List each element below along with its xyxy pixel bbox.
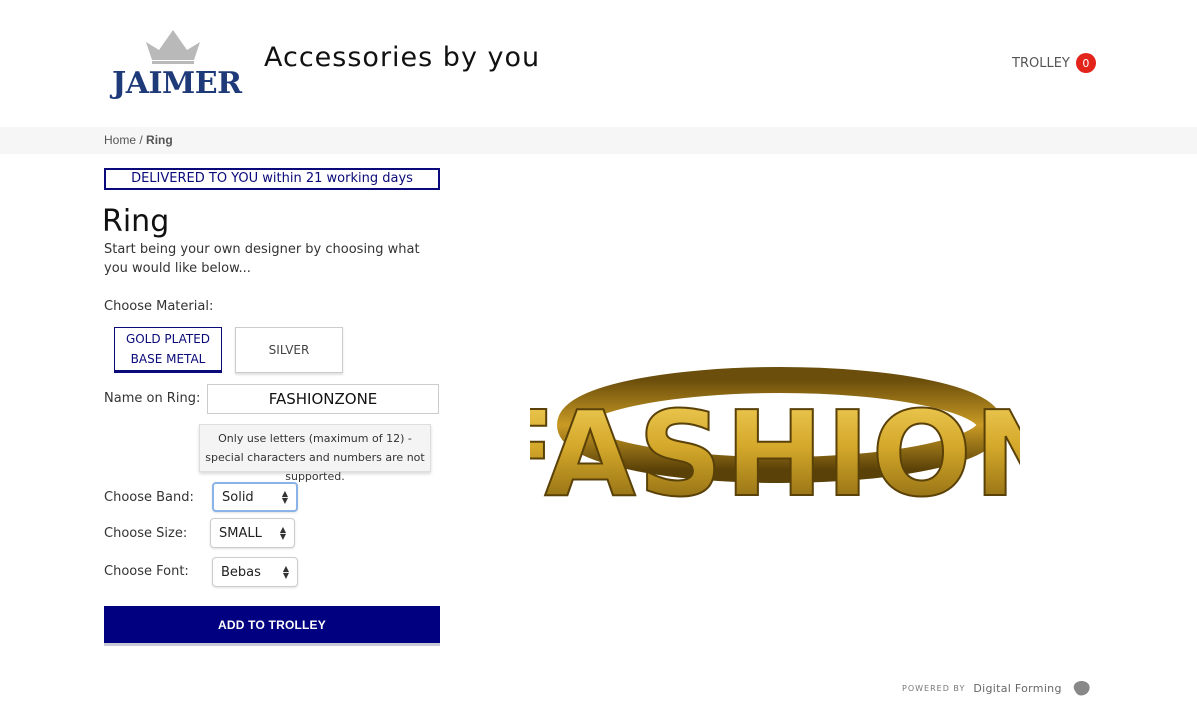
- size-select[interactable]: SMALL ▲ ▼: [210, 518, 295, 548]
- jaimer-logo[interactable]: JAIMER: [112, 28, 242, 106]
- delivery-banner: DELIVERED TO YOU within 21 working days: [104, 168, 440, 190]
- select-arrows-icon: ▲ ▼: [279, 525, 286, 541]
- breadcrumb-bar: Home / Ring: [0, 127, 1197, 154]
- ring-3d-preview[interactable]: FASHION: [530, 330, 1020, 530]
- select-arrows-icon: ▲ ▼: [282, 564, 289, 580]
- band-select[interactable]: Solid ▲ ▼: [212, 482, 298, 512]
- font-label: Choose Font:: [104, 564, 189, 579]
- trolley-count-badge: 0: [1075, 53, 1096, 73]
- powered-by-brand: Digital Forming: [973, 681, 1062, 695]
- material-silver-label: SILVER: [268, 343, 310, 357]
- font-select-value: Bebas: [221, 564, 261, 580]
- powered-by-credit[interactable]: POWERED BY Digital Forming: [902, 678, 1092, 698]
- site-tagline: Accessories by you: [264, 42, 541, 73]
- breadcrumb-home-link[interactable]: Home: [104, 133, 136, 147]
- font-select[interactable]: Bebas ▲ ▼: [212, 557, 298, 587]
- name-on-ring-input[interactable]: [207, 384, 439, 414]
- material-label: Choose Material:: [104, 299, 214, 314]
- page-title: Ring: [102, 204, 170, 239]
- material-gold-line2: BASE METAL: [130, 352, 206, 366]
- product-intro: Start being your own designer by choosin…: [104, 242, 420, 276]
- select-arrows-icon: ▲ ▼: [281, 489, 288, 505]
- trolley-link[interactable]: TROLLEY 0: [1012, 52, 1096, 74]
- name-on-ring-label: Name on Ring:: [104, 391, 201, 406]
- powered-by-label: POWERED BY: [902, 683, 966, 693]
- breadcrumb-current: Ring: [146, 133, 173, 147]
- size-label: Choose Size:: [104, 526, 188, 541]
- material-gold-line1: GOLD PLATED: [125, 332, 211, 346]
- name-hint-tooltip: Only use letters (maximum of 12) - speci…: [199, 424, 431, 483]
- breadcrumb-separator: /: [139, 133, 143, 147]
- material-gold-plated-button[interactable]: GOLD PLATED BASE METAL: [114, 327, 222, 373]
- digital-forming-logo-icon: [1073, 680, 1090, 696]
- crown-icon: [146, 30, 200, 64]
- ring-letters: FASHION: [530, 385, 1020, 523]
- brand-name: JAIMER: [112, 66, 242, 101]
- size-select-value: SMALL: [219, 525, 262, 541]
- band-label: Choose Band:: [104, 490, 194, 505]
- trolley-label: TROLLEY: [1012, 55, 1070, 71]
- material-silver-button[interactable]: SILVER: [235, 327, 343, 373]
- band-select-value: Solid: [222, 489, 254, 505]
- add-to-trolley-button[interactable]: ADD TO TROLLEY: [104, 606, 440, 646]
- breadcrumb: Home / Ring: [104, 133, 173, 147]
